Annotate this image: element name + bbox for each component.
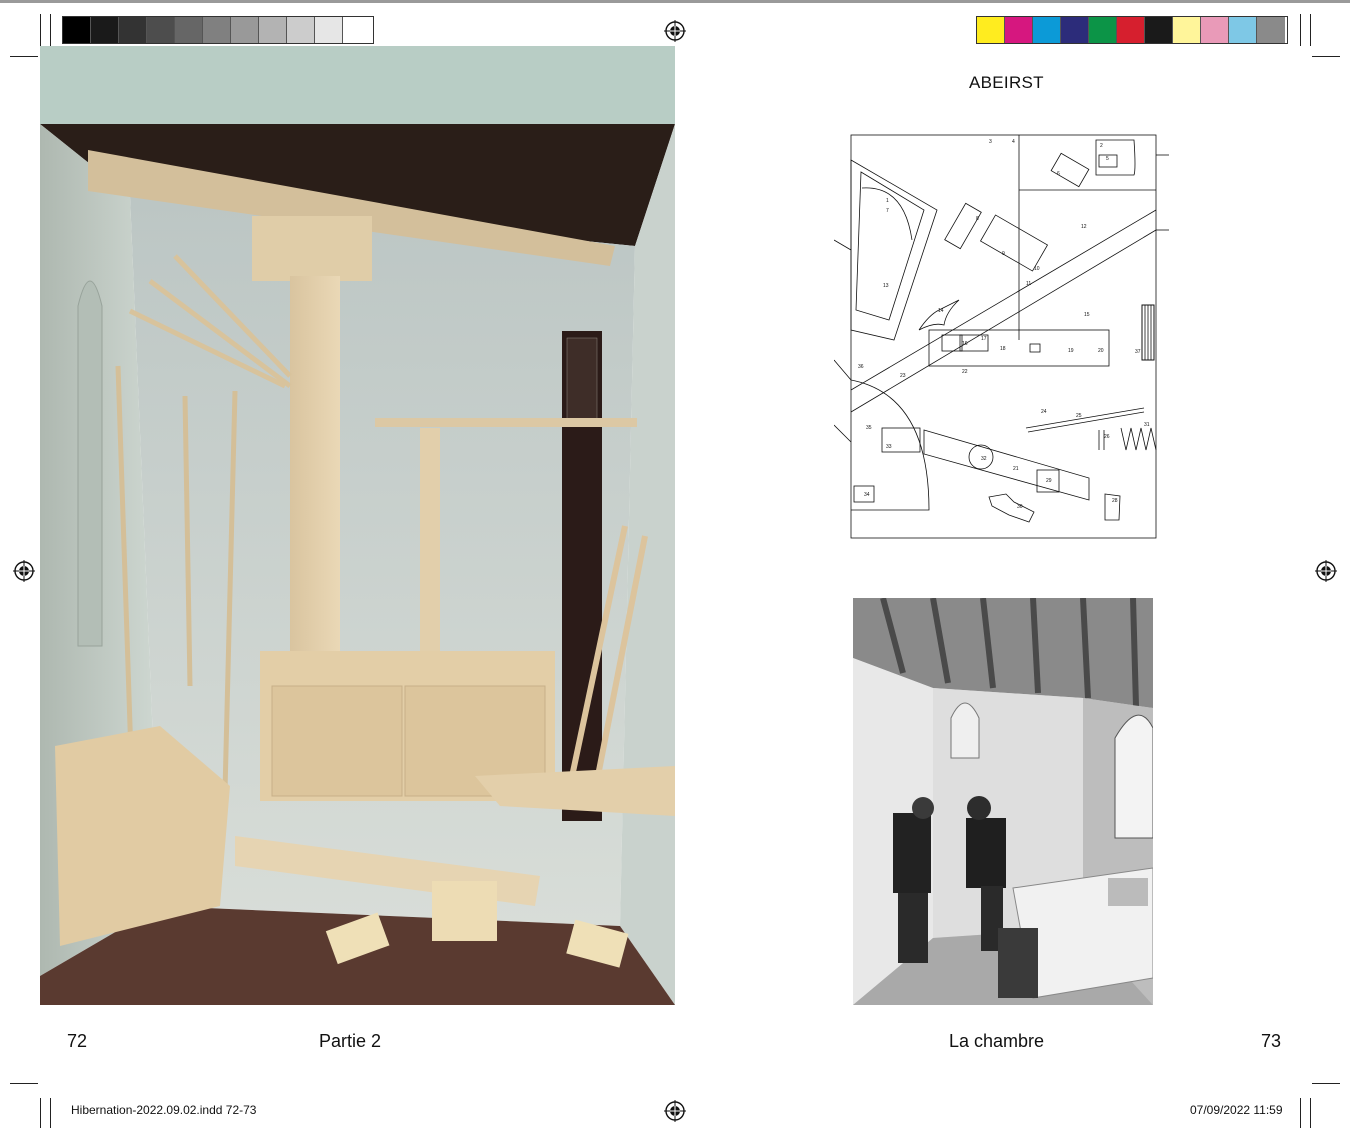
color-swatch <box>231 17 259 43</box>
plan-label: 25 <box>1076 413 1082 419</box>
registration-mark-left <box>13 560 35 582</box>
top-edge-rule <box>0 0 1350 3</box>
color-swatch <box>1173 17 1201 43</box>
color-swatch <box>175 17 203 43</box>
plan-label: 15 <box>1084 312 1090 318</box>
color-swatch <box>1005 17 1033 43</box>
plan-label: 14 <box>938 308 944 314</box>
plan-label: 8 <box>976 216 979 222</box>
plan-label: 16 <box>962 341 968 347</box>
plan-label: 20 <box>1098 348 1104 354</box>
color-swatch <box>1201 17 1229 43</box>
plan-label: 34 <box>864 492 870 498</box>
model-room-photo <box>40 46 675 1005</box>
model-room-illustration <box>40 46 675 1005</box>
plan-label: 30 <box>1017 504 1023 510</box>
plan-label: 24 <box>1041 409 1047 415</box>
plan-label: 21 <box>1013 466 1019 472</box>
plan-label: 33 <box>886 444 892 450</box>
plan-label: 10 <box>1034 266 1040 272</box>
color-swatch <box>1257 17 1285 43</box>
registration-mark-right <box>1315 560 1337 582</box>
color-swatch <box>91 17 119 43</box>
plan-label: 13 <box>883 283 889 289</box>
color-swatch <box>1089 17 1117 43</box>
studio-bw-photo <box>853 598 1153 1005</box>
plan-label: 3 <box>989 139 992 145</box>
plan-label: 31 <box>1144 422 1150 428</box>
color-swatch <box>1117 17 1145 43</box>
page-number-right: 73 <box>1261 1031 1282 1051</box>
color-control-bar <box>976 16 1288 44</box>
plan-label: 26 <box>1104 434 1110 440</box>
plan-label: 22 <box>962 369 968 375</box>
plan-label: 11 <box>1026 281 1031 287</box>
color-swatch <box>315 17 343 43</box>
plan-label: 37 <box>1135 349 1141 355</box>
plan-label: 23 <box>900 373 906 379</box>
color-swatch <box>977 17 1005 43</box>
slug-file-info: Hibernation-2022.09.02.indd 72-73 <box>71 1103 257 1117</box>
color-swatch <box>259 17 287 43</box>
color-swatch <box>1229 17 1257 43</box>
color-swatch <box>287 17 315 43</box>
plan-label: 2 <box>1100 143 1103 149</box>
running-head-left: Partie 2 <box>319 1031 382 1051</box>
plan-label: 19 <box>1068 348 1074 354</box>
plan-label: 29 <box>1046 478 1052 484</box>
color-swatch <box>147 17 175 43</box>
plan-label: 9 <box>1002 251 1005 257</box>
plan-label: 36 <box>858 364 864 370</box>
color-swatch <box>343 17 371 43</box>
grayscale-bar <box>62 16 374 44</box>
registration-mark-top <box>664 20 686 42</box>
page-number-left: 72 <box>67 1031 88 1051</box>
floor-plan-diagram: 123 456789101112131415161718 19 20212223242… <box>834 134 1169 539</box>
plan-label: 4 <box>1012 139 1015 145</box>
plan-label: 6 <box>1057 171 1060 177</box>
plan-label: 17 <box>981 336 987 342</box>
plan-label: 18 <box>1000 346 1006 352</box>
registration-mark-bottom <box>664 1100 686 1122</box>
plan-label: 1 <box>886 198 889 204</box>
plan-label: 7 <box>886 208 889 214</box>
color-swatch <box>1061 17 1089 43</box>
color-swatch <box>63 17 91 43</box>
plan-label: 28 <box>1112 498 1118 504</box>
studio-illustration <box>853 598 1153 1005</box>
plan-title: ABEIRST <box>969 73 1044 92</box>
color-swatch <box>203 17 231 43</box>
running-head-right: La chambre <box>949 1031 1045 1051</box>
slug-date-time: 07/09/2022 11:59 <box>1190 1103 1283 1117</box>
plan-labels: 123 456789101112131415161718 19 20212223242… <box>858 139 1150 510</box>
color-swatch <box>1145 17 1173 43</box>
plan-label: 35 <box>866 425 872 431</box>
plan-label: 12 <box>1081 224 1087 230</box>
color-swatch <box>119 17 147 43</box>
plan-label: 5 <box>1106 156 1109 162</box>
color-swatch <box>1033 17 1061 43</box>
plan-label: 32 <box>981 456 987 462</box>
